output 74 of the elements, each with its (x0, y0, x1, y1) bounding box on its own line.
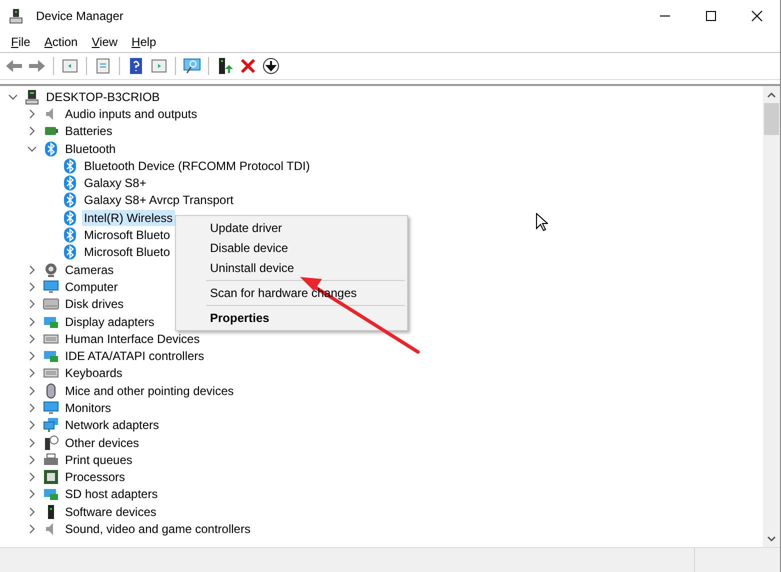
window-icon (61, 57, 79, 75)
bluetooth-icon (43, 140, 59, 157)
help-icon (127, 57, 145, 75)
down-chevron-icon[interactable] (767, 536, 776, 542)
window-icon (150, 57, 168, 75)
maximize-icon (705, 10, 717, 22)
close-icon (239, 57, 257, 75)
tree-item[interactable]: Batteries (63, 123, 114, 140)
menu-item[interactable]: Disable device (176, 238, 407, 258)
up-chevron-icon[interactable] (767, 92, 776, 98)
computer-icon (24, 88, 40, 105)
network-icon (43, 417, 59, 434)
tree-item[interactable]: SD host adapters (63, 486, 160, 502)
bluetooth-icon (62, 158, 78, 174)
monitor-icon (43, 278, 59, 295)
menu-item[interactable]: Action (37, 35, 85, 49)
monitor-icon (43, 400, 59, 416)
bluetooth-icon (62, 244, 78, 260)
close-icon (751, 10, 763, 22)
tree-item[interactable]: Network adapters (63, 417, 162, 434)
menu-item[interactable]: Help (124, 35, 164, 49)
sheet-icon (94, 57, 112, 75)
tree-item[interactable]: Galaxy S8+ (82, 175, 148, 192)
menu-item[interactable]: View (84, 35, 125, 49)
menu-item[interactable]: File (4, 35, 38, 49)
tree-item[interactable]: Mice and other pointing devices (63, 382, 236, 399)
bluetooth-icon (62, 175, 78, 192)
tree-item[interactable]: DESKTOP-B3CRIOB (44, 88, 162, 105)
right-arrow-icon (28, 57, 46, 75)
tree-item[interactable]: Disk drives (63, 296, 126, 312)
chip-icon (43, 469, 59, 486)
tree-item[interactable]: Microsoft Blueto (82, 244, 172, 260)
bluetooth-icon (62, 227, 78, 244)
device-up-arrow-icon (216, 57, 234, 75)
menu-item[interactable]: Properties (176, 308, 407, 328)
tree-item[interactable]: Intel(R) Wireless (82, 210, 175, 226)
adapter-icon (43, 486, 59, 502)
tree-item[interactable]: Software devices (63, 504, 158, 520)
window-title: Device Manager (36, 9, 124, 23)
tree-item[interactable]: Cameras (63, 262, 116, 278)
tree-item[interactable]: Human Interface Devices (63, 330, 202, 347)
question-device-icon (43, 434, 59, 451)
tree-item[interactable]: Monitors (63, 400, 114, 416)
disable-button[interactable] (261, 56, 281, 76)
tree-item[interactable]: Computer (63, 278, 120, 295)
monitor-search-icon (183, 57, 201, 75)
camera-icon (43, 262, 59, 278)
uninstall-button[interactable] (238, 56, 258, 76)
tree-item[interactable]: Print queues (63, 452, 134, 468)
menu-item[interactable]: Update driver (176, 218, 407, 238)
tree-item[interactable]: Processors (63, 469, 128, 486)
app-icon (8, 8, 24, 24)
tree-item[interactable]: IDE ATA/ATAPI controllers (63, 348, 206, 364)
down-arrow-circle-icon (262, 57, 280, 75)
tree-item[interactable]: Other devices (63, 434, 142, 451)
bluetooth-icon (62, 192, 78, 208)
scan-hardware-button[interactable] (182, 56, 202, 76)
adapter-icon (43, 348, 59, 364)
left-arrow-icon (5, 57, 23, 75)
drive-icon (43, 296, 59, 312)
tree-item[interactable]: Sound, video and game controllers (63, 521, 252, 538)
menu-item[interactable]: Uninstall device (176, 258, 407, 278)
tree-item[interactable]: Keyboards (63, 365, 124, 382)
cursor-icon (536, 213, 548, 232)
tree-item[interactable]: Display adapters (63, 314, 156, 330)
printer-icon (43, 452, 59, 468)
scrollbar[interactable] (763, 86, 780, 547)
bluetooth-icon (62, 210, 78, 226)
tree-item[interactable]: Galaxy S8+ Avrcp Transport (82, 192, 236, 208)
tree-item[interactable]: Bluetooth Device (RFCOMM Protocol TDI) (82, 158, 312, 174)
tree-item[interactable]: Bluetooth (63, 140, 118, 157)
scroll-thumb[interactable] (764, 103, 779, 135)
tree-item[interactable]: Microsoft Blueto (82, 227, 172, 244)
tree-item[interactable]: Audio inputs and outputs (63, 106, 200, 122)
